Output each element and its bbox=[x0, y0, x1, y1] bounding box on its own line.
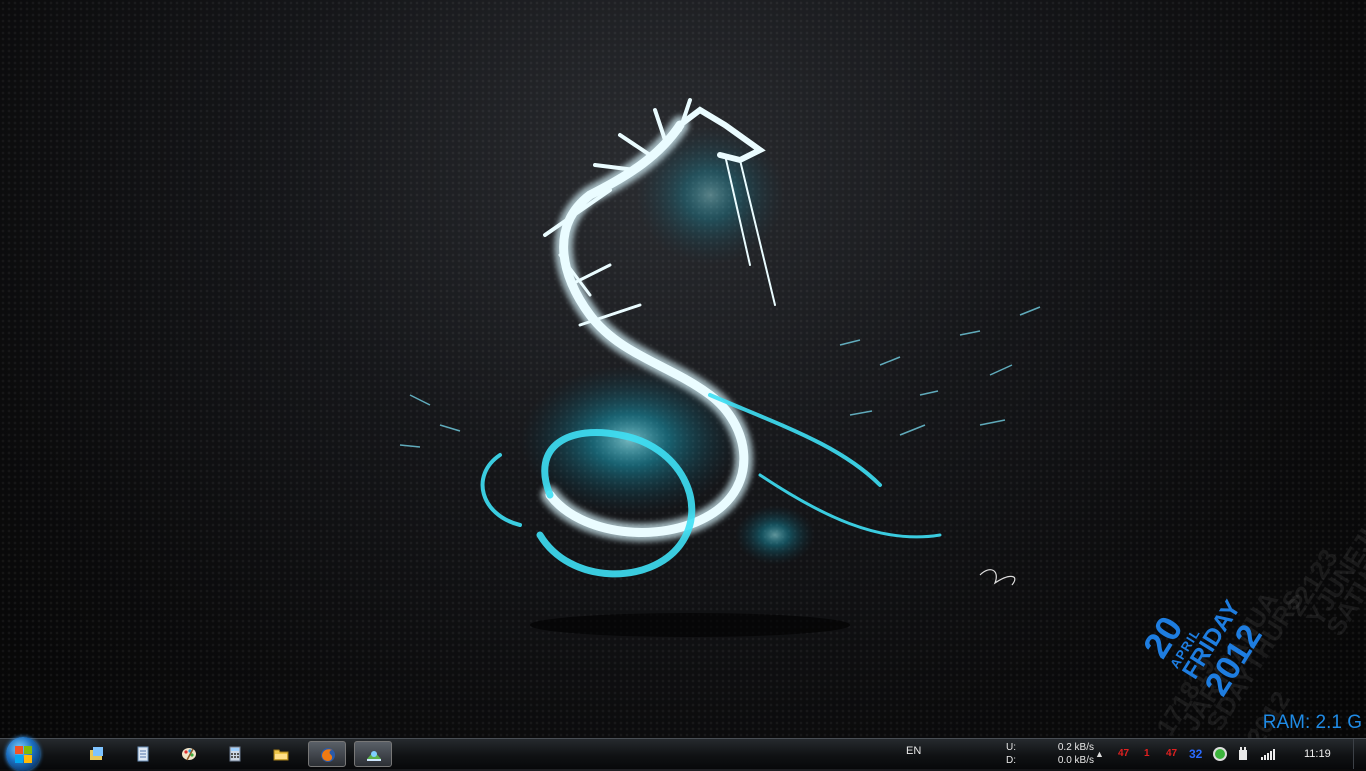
taskbar-button-paint[interactable] bbox=[170, 741, 208, 767]
firefox-icon bbox=[321, 748, 335, 762]
tray-temp-1[interactable]: 47 bbox=[1118, 748, 1129, 759]
network-app-icon bbox=[367, 751, 381, 761]
taskbar-button-network-app[interactable] bbox=[354, 741, 392, 767]
tray-temp-2[interactable]: 1 bbox=[1144, 748, 1150, 759]
dragon-wallpaper-image bbox=[399, 98, 1041, 637]
taskbar-button-calculator[interactable] bbox=[216, 741, 254, 767]
windows-orb-icon[interactable] bbox=[6, 737, 40, 771]
language-indicator[interactable]: EN bbox=[906, 745, 921, 757]
taskbar: EN U: 0.2 kB/s D: 0.0 kB/s ▲ 47 1 47 32 … bbox=[0, 737, 1366, 771]
taskbar-button-notepad[interactable] bbox=[124, 741, 162, 767]
power-plug-icon[interactable] bbox=[1236, 746, 1250, 762]
tray-temp-4[interactable]: 32 bbox=[1189, 747, 1202, 761]
taskbar-clock[interactable]: 11:19 bbox=[1304, 748, 1331, 760]
explorer-folder-icon bbox=[273, 749, 289, 761]
up-arrow-icon[interactable]: ▲ bbox=[1095, 749, 1104, 759]
notepad-icon bbox=[137, 746, 149, 762]
taskbar-button-explorer[interactable] bbox=[262, 741, 300, 767]
download-value: 0.0 kB/s bbox=[1057, 755, 1094, 766]
signal-bars-icon[interactable] bbox=[1260, 747, 1276, 761]
taskbar-button-firefox[interactable] bbox=[308, 741, 346, 767]
status-green-icon[interactable] bbox=[1212, 746, 1228, 762]
taskbar-button-files[interactable] bbox=[78, 741, 116, 767]
upload-value: 0.2 kB/s bbox=[1057, 742, 1094, 753]
folder-files-icon bbox=[90, 747, 103, 760]
upload-label: U: bbox=[1006, 742, 1016, 753]
network-speed-meter: U: 0.2 kB/s D: 0.0 kB/s bbox=[1006, 741, 1094, 767]
tray-temp-3[interactable]: 47 bbox=[1166, 748, 1177, 759]
calculator-icon bbox=[229, 746, 241, 762]
paint-icon bbox=[182, 748, 196, 761]
download-label: D: bbox=[1006, 755, 1016, 766]
ram-usage-widget: RAM: 2.1 G bbox=[1262, 712, 1362, 733]
show-desktop-button[interactable] bbox=[1353, 739, 1366, 769]
